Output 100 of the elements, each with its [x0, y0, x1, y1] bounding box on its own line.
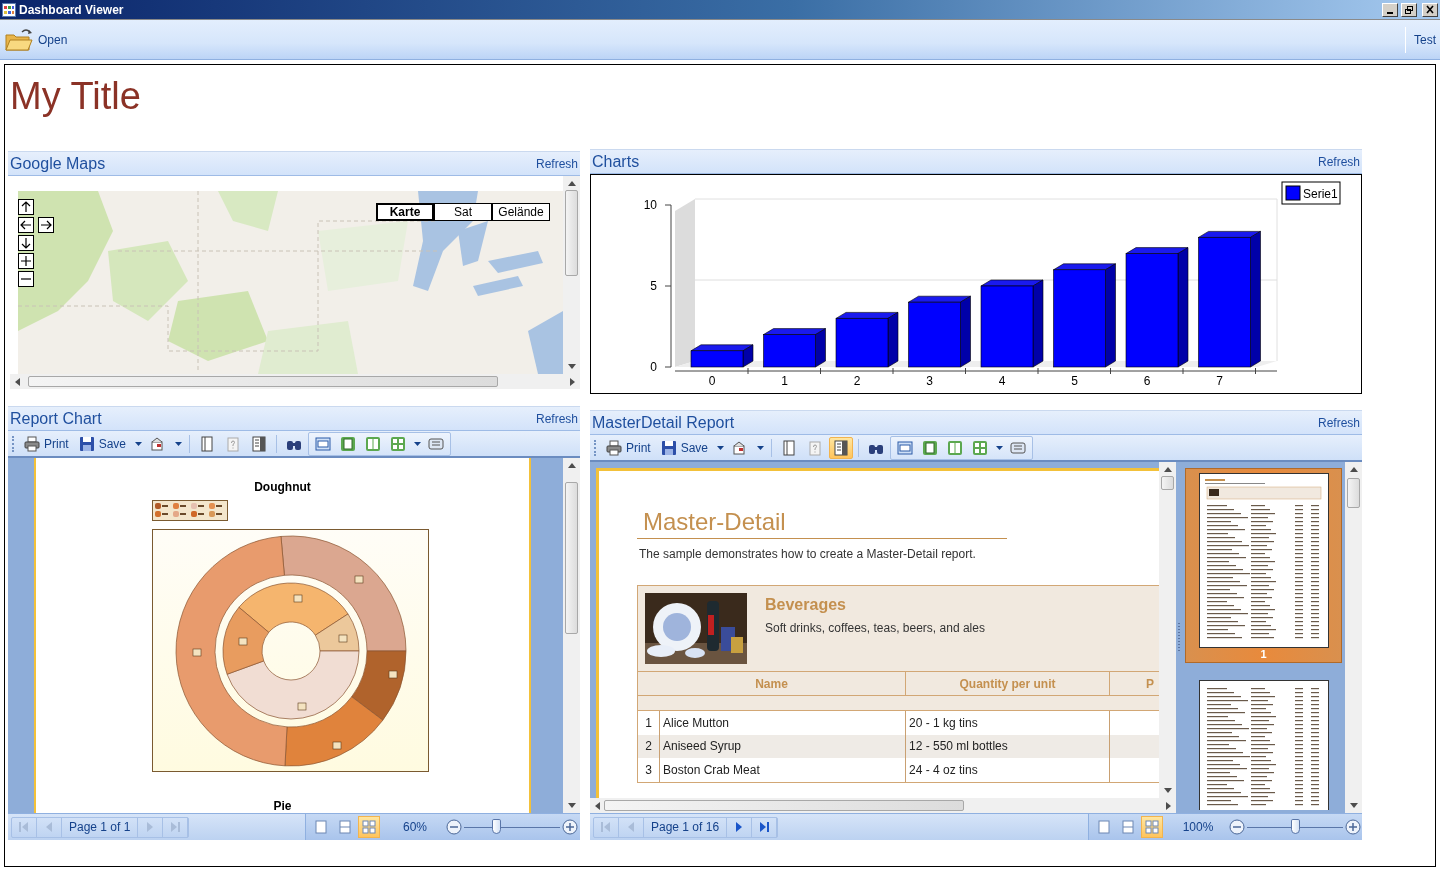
column-header: Quantity per unit: [906, 672, 1110, 695]
scrollbar-thumb[interactable]: [565, 482, 578, 634]
category-name: Beverages: [765, 596, 847, 614]
scrollbar-thumb[interactable]: [1161, 476, 1174, 490]
single-page-icon: [340, 435, 357, 452]
panel-title: MasterDetail Report: [592, 413, 735, 432]
zoom-slider[interactable]: [464, 818, 560, 836]
refresh-link[interactable]: Refresh: [535, 411, 578, 426]
data-label-marker: [238, 637, 248, 646]
save-button[interactable]: Save: [656, 436, 713, 459]
pan-down-button[interactable]: [18, 235, 34, 251]
multi-page-icon: [972, 439, 989, 456]
up-arrow-icon[interactable]: [1348, 465, 1359, 475]
scrollbar-thumb[interactable]: [565, 190, 578, 276]
up-arrow-icon[interactable]: [566, 179, 577, 189]
vertical-scrollbar[interactable]: [1345, 462, 1362, 813]
axis-label: 10: [643, 198, 657, 212]
up-arrow-icon[interactable]: [1162, 465, 1173, 475]
zoom-value: 60%: [402, 820, 428, 834]
scrollbar-thumb[interactable]: [604, 800, 964, 811]
print-button[interactable]: Print: [20, 432, 73, 455]
multi-page-icon: [390, 435, 407, 452]
caret-icon: [413, 441, 421, 446]
down-arrow-icon[interactable]: [1162, 785, 1173, 795]
zoom-slider[interactable]: [1247, 818, 1343, 836]
chart-heading: Doughnut: [254, 480, 311, 494]
plus-circle-icon: [562, 819, 578, 835]
right-arrow-icon: [40, 219, 52, 231]
caret-icon: [756, 445, 764, 450]
left-arrow-icon: [20, 219, 32, 231]
table-cell: 3: [638, 758, 660, 782]
right-arrow-icon[interactable]: [1163, 800, 1173, 811]
left-arrow-icon[interactable]: [593, 800, 603, 811]
toolbar-button[interactable]: [829, 436, 854, 459]
single-page-icon: [922, 439, 939, 456]
zoom-out-button[interactable]: [18, 271, 34, 287]
up-arrow-icon: [20, 201, 32, 213]
map-type-button[interactable]: Karte: [376, 203, 434, 221]
caret-icon: [134, 441, 142, 446]
restore-icon: [1404, 4, 1414, 15]
multiple-pages-icon: [361, 819, 377, 835]
document-map-icon: [833, 439, 850, 456]
axis-label: 5: [650, 279, 657, 293]
restore-button[interactable]: [1401, 2, 1417, 17]
pan-up-button[interactable]: [18, 199, 34, 215]
table-cell: 24 - 4 oz tins: [906, 758, 1110, 782]
refresh-link[interactable]: Refresh: [1317, 154, 1360, 169]
data-label-marker: [388, 670, 398, 679]
pan-right-button[interactable]: [38, 217, 54, 233]
open-button[interactable]: Open: [0, 20, 72, 59]
close-button[interactable]: [1422, 2, 1438, 17]
minus-circle-icon: [1229, 819, 1245, 835]
report-description: The sample demonstrates how to create a Master-Detail report.: [639, 547, 977, 561]
map-type-button[interactable]: Gelände: [492, 203, 550, 221]
view-mode-button[interactable]: [1141, 816, 1163, 838]
down-arrow-icon[interactable]: [566, 361, 577, 371]
right-arrow-icon[interactable]: [567, 376, 577, 387]
axis-label: 2: [853, 374, 861, 388]
axis-label: 0: [650, 360, 657, 374]
zoom-in-button[interactable]: [18, 253, 34, 269]
multiple-pages-icon: [1144, 819, 1160, 835]
slider-thumb[interactable]: [491, 819, 501, 834]
minimize-button[interactable]: [1382, 2, 1398, 17]
down-arrow-icon[interactable]: [1348, 800, 1359, 810]
slider-thumb[interactable]: [1291, 819, 1300, 834]
zoom-value: 100%: [1181, 820, 1215, 834]
left-arrow-icon[interactable]: [13, 376, 23, 387]
page-width-icon: [315, 435, 332, 452]
table-cell: 1: [638, 711, 660, 735]
scrollbar-thumb[interactable]: [28, 376, 498, 387]
data-label-marker: [293, 594, 303, 603]
window-title: Dashboard Viewer: [19, 2, 125, 17]
vertical-scrollbar[interactable]: [1159, 462, 1176, 798]
bar: [763, 334, 816, 368]
save-button[interactable]: Save: [74, 432, 131, 455]
view-mode-button[interactable]: [358, 816, 380, 838]
down-arrow-icon[interactable]: [566, 800, 577, 810]
print-button[interactable]: Print: [602, 436, 655, 459]
test-link[interactable]: Test: [1405, 26, 1440, 53]
axis-label: 6: [1143, 374, 1151, 388]
report-title: Master-Detail: [637, 508, 1007, 539]
axis-label: 1: [781, 374, 788, 388]
vertical-scrollbar[interactable]: [563, 458, 580, 813]
refresh-link[interactable]: Refresh: [535, 156, 578, 171]
scrollbar-thumb[interactable]: [1347, 478, 1360, 508]
printer-icon: [24, 435, 40, 452]
horizontal-scrollbar[interactable]: [590, 798, 1176, 813]
folder-icon: [4, 26, 34, 53]
vertical-scrollbar[interactable]: [563, 176, 580, 374]
refresh-link[interactable]: Refresh: [1317, 415, 1360, 430]
data-label-marker: [332, 741, 342, 750]
horizontal-scrollbar[interactable]: [10, 374, 580, 389]
bar: [835, 318, 889, 368]
up-arrow-icon[interactable]: [566, 461, 577, 471]
two-pages-icon: [365, 435, 382, 452]
map-type-button[interactable]: Sat: [434, 203, 492, 221]
printer-icon: [606, 439, 622, 456]
column-header: Name: [638, 672, 906, 695]
pan-left-button[interactable]: [18, 217, 34, 233]
page-width-icon: [897, 439, 914, 456]
